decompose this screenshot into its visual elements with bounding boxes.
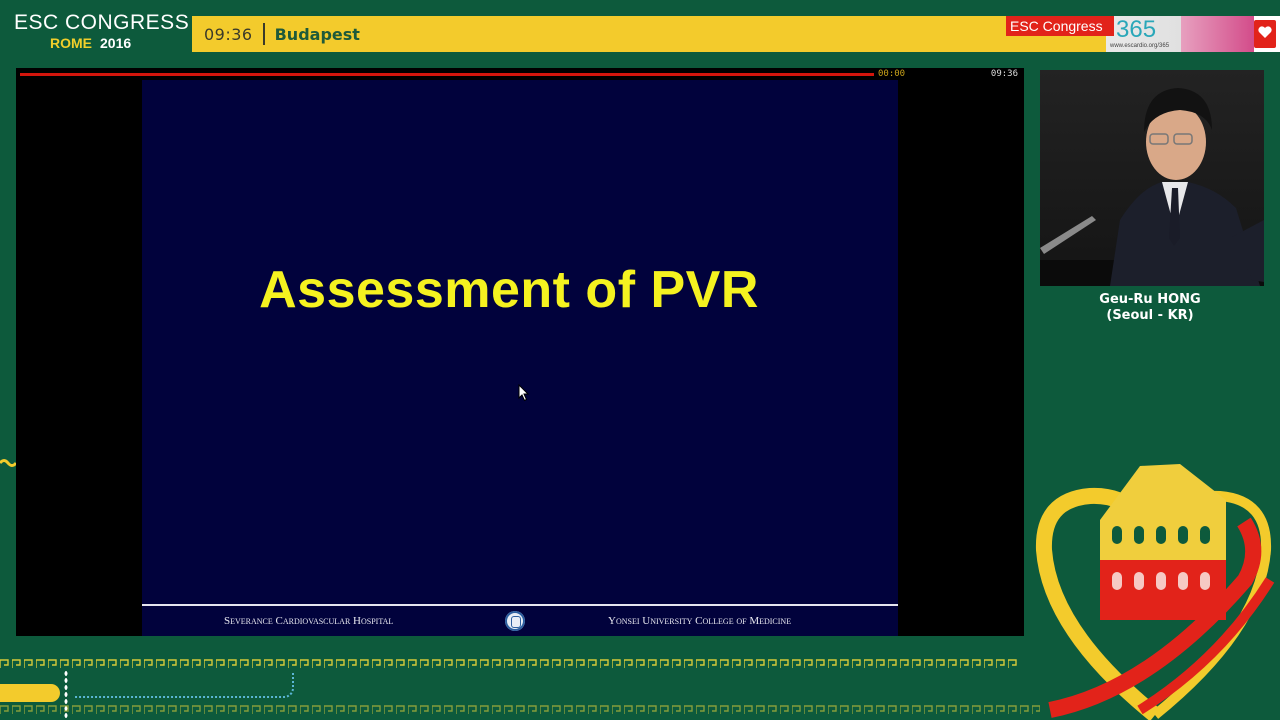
congress-city: ROME	[50, 35, 92, 51]
decorative-meander-band	[0, 656, 1020, 672]
decorative-wave	[0, 459, 16, 467]
decorative-meander-band-bottom	[0, 702, 1040, 716]
decorative-blue-line	[74, 672, 294, 698]
congress-logo-title: ESC CONGRESS	[14, 11, 190, 34]
presentation-video[interactable]: 00:00 09:36 Assessment of PVR Severance …	[16, 68, 1024, 636]
speaker-location: (Seoul - KR)	[1106, 308, 1194, 323]
congress-logo: ESC CONGRESS ROME 2016	[14, 11, 190, 56]
playback-progress-bar[interactable]	[20, 73, 874, 76]
mouse-pointer-icon	[518, 384, 530, 402]
room-name: Budapest	[274, 24, 360, 44]
speaker-silhouette	[1040, 88, 1264, 286]
esc-365-url: www.escardio.org/365	[1110, 43, 1170, 49]
session-info-bar: 09:36 Budapest	[192, 16, 1006, 52]
colosseum-heart-logo-icon	[1035, 464, 1275, 720]
university-emblem-icon	[505, 611, 525, 631]
speaker-name: Geu-Ru HONG	[1099, 292, 1201, 307]
slide: Assessment of PVR Severance Cardiovascul…	[142, 80, 898, 636]
esc-365-number: 365	[1116, 16, 1157, 43]
slide-footer-hospital: Severance Cardiovascular Hospital	[224, 615, 394, 627]
esc-congress-label: ESC Congress	[1006, 16, 1114, 36]
congress-year: 2016	[100, 35, 132, 51]
slide-footer-university: Yonsei University College of Medicine	[608, 615, 792, 627]
elapsed-time: 00:00	[878, 69, 906, 79]
current-time: 09:36	[204, 24, 253, 44]
slide-footer: Severance Cardiovascular Hospital Yonsei…	[142, 604, 898, 636]
esc-heart-logo-icon	[1254, 20, 1276, 48]
total-time: 09:36	[990, 69, 1018, 79]
esc-congress-365-banner: ESC Congress 365 www.escardio.org/365	[1006, 16, 1280, 52]
speaker-video	[1040, 70, 1264, 286]
speaker-caption: Geu-Ru HONG (Seoul - KR)	[1040, 292, 1260, 324]
decorative-yellow-pill	[0, 684, 60, 702]
slide-title: Assessment of PVR	[259, 261, 759, 319]
